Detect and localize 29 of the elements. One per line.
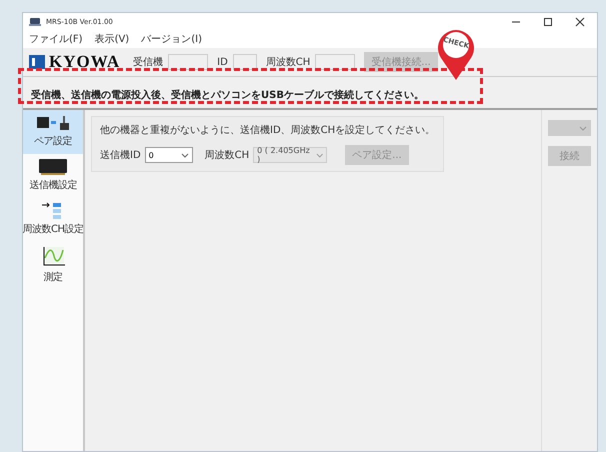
- close-icon[interactable]: [575, 17, 585, 27]
- sidebar-item[interactable]: 送信機設定: [23, 154, 83, 198]
- sidebar-item[interactable]: ペア設定: [23, 110, 83, 154]
- menu-item[interactable]: バージョン(I): [141, 32, 202, 46]
- maximize-icon[interactable]: [543, 17, 553, 27]
- device-icon: [38, 158, 68, 176]
- status-message: 受信機、送信機の電源投入後、受信機とパソコンをUSBケーブルで接続してください。: [31, 90, 424, 101]
- text-field[interactable]: [168, 54, 208, 70]
- sidebar-item[interactable]: 測定: [23, 242, 83, 290]
- app-icon: [29, 17, 41, 27]
- sidebar-item[interactable]: 周波数CH設定: [23, 198, 83, 242]
- menu-item[interactable]: 表示(V): [94, 32, 130, 46]
- field-label: 周波数CH: [204, 148, 250, 162]
- channel-dropdown[interactable]: 0 ( 2.405GHz ): [253, 147, 328, 163]
- menu-item[interactable]: ファイル(F): [29, 32, 83, 46]
- field-label: 受信機: [133, 56, 164, 69]
- caret-icon: [579, 126, 587, 130]
- logo-icon: [29, 55, 45, 69]
- devices-icon: [36, 114, 70, 132]
- field-label: ID: [217, 56, 228, 68]
- text-field[interactable]: [315, 54, 356, 70]
- logo-text: KYOWA: [49, 52, 120, 72]
- instruction-text: 他の機器と重複がないように、送信機ID、周波数CHを設定してください。: [100, 124, 436, 137]
- field-label: 送信機ID: [100, 148, 141, 162]
- text-field[interactable]: [232, 54, 257, 70]
- id-dropdown[interactable]: 0: [144, 147, 193, 163]
- caret-icon: [180, 152, 189, 158]
- field-label: 周波数CH: [266, 56, 310, 69]
- caret-icon: [316, 152, 324, 158]
